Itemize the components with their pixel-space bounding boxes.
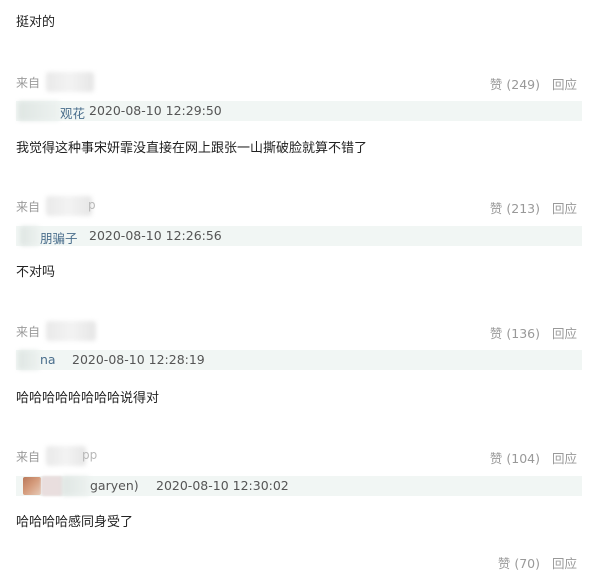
blurred-source xyxy=(46,321,96,341)
comment-meta-row: 来自 p 赞 (213) 回应 xyxy=(16,196,582,216)
comment-text: 我觉得这种事宋妍霏没直接在网上跟张一山撕破脸就算不错了 xyxy=(16,141,368,156)
blurred-username xyxy=(20,226,40,246)
quote-timestamp: 2020-08-10 12:30:02 xyxy=(156,478,289,493)
source-label: 来自 xyxy=(16,200,41,214)
source-suffix: p xyxy=(88,198,96,212)
comment-text: 哈哈哈哈感同身受了 xyxy=(16,515,134,530)
like-button[interactable]: 赞 (249) xyxy=(490,77,540,92)
comment-text: 挺对的 xyxy=(16,15,56,30)
comment-actions: 赞 (136) 回应 xyxy=(490,323,577,342)
like-button[interactable]: 赞 (70) xyxy=(498,556,540,571)
quoted-reply-bar: 朋骗子 2020-08-10 12:26:56 xyxy=(16,226,582,246)
reply-button[interactable]: 回应 xyxy=(552,451,577,466)
blurred-source xyxy=(46,446,86,466)
comment-meta-row: 来自 pp 赞 (104) 回应 xyxy=(16,446,582,466)
quote-username[interactable]: garyen) xyxy=(90,478,139,493)
comment-meta-row: 来自 赞 (136) 回应 xyxy=(16,321,582,341)
comment-thread: 挺对的 来自 赞 (249) 回应 观花 2020-08-10 12:29:50 … xyxy=(0,0,601,580)
comment-text: 哈哈哈哈哈哈哈哈说得对 xyxy=(16,391,160,406)
source-label: 来自 xyxy=(16,76,41,90)
like-button[interactable]: 赞 (213) xyxy=(490,201,540,216)
like-button[interactable]: 赞 (104) xyxy=(490,451,540,466)
quote-timestamp: 2020-08-10 12:29:50 xyxy=(89,103,222,118)
avatar[interactable] xyxy=(23,477,41,495)
reply-button[interactable]: 回应 xyxy=(552,556,577,571)
comment-actions: 赞 (104) 回应 xyxy=(490,448,577,467)
comment-actions: 赞 (249) 回应 xyxy=(490,74,577,93)
quote-username[interactable]: 朋骗子 xyxy=(40,228,78,247)
quote-username[interactable]: 观花 xyxy=(60,103,85,122)
comment-text: 不对吗 xyxy=(16,265,56,280)
blurred-username xyxy=(18,350,40,370)
quote-username[interactable]: na xyxy=(40,352,56,367)
quoted-reply-bar: 观花 2020-08-10 12:29:50 xyxy=(16,101,582,121)
source-label: 来自 xyxy=(16,450,41,464)
comment-meta-row: 来自 赞 (249) 回应 xyxy=(16,72,582,92)
reply-button[interactable]: 回应 xyxy=(552,201,577,216)
reply-button[interactable]: 回应 xyxy=(552,326,577,341)
avatar-blur xyxy=(41,476,63,496)
reply-button[interactable]: 回应 xyxy=(552,77,577,92)
blurred-source xyxy=(46,196,92,216)
like-button[interactable]: 赞 (136) xyxy=(490,326,540,341)
comment-actions: 赞 (70) 回应 xyxy=(498,553,577,572)
quoted-reply-bar: na 2020-08-10 12:28:19 xyxy=(16,350,582,370)
source-suffix: pp xyxy=(82,448,98,462)
comment-actions: 赞 (213) 回应 xyxy=(490,198,577,217)
source-label: 来自 xyxy=(16,325,41,339)
quote-timestamp: 2020-08-10 12:28:19 xyxy=(72,352,205,367)
quoted-reply-bar: garyen) 2020-08-10 12:30:02 xyxy=(16,476,582,496)
comment-meta-row: 赞 (70) 回应 xyxy=(16,551,582,571)
blurred-username xyxy=(18,101,60,121)
quote-timestamp: 2020-08-10 12:26:56 xyxy=(89,228,222,243)
blurred-source xyxy=(46,72,94,92)
blurred-username xyxy=(62,476,90,496)
